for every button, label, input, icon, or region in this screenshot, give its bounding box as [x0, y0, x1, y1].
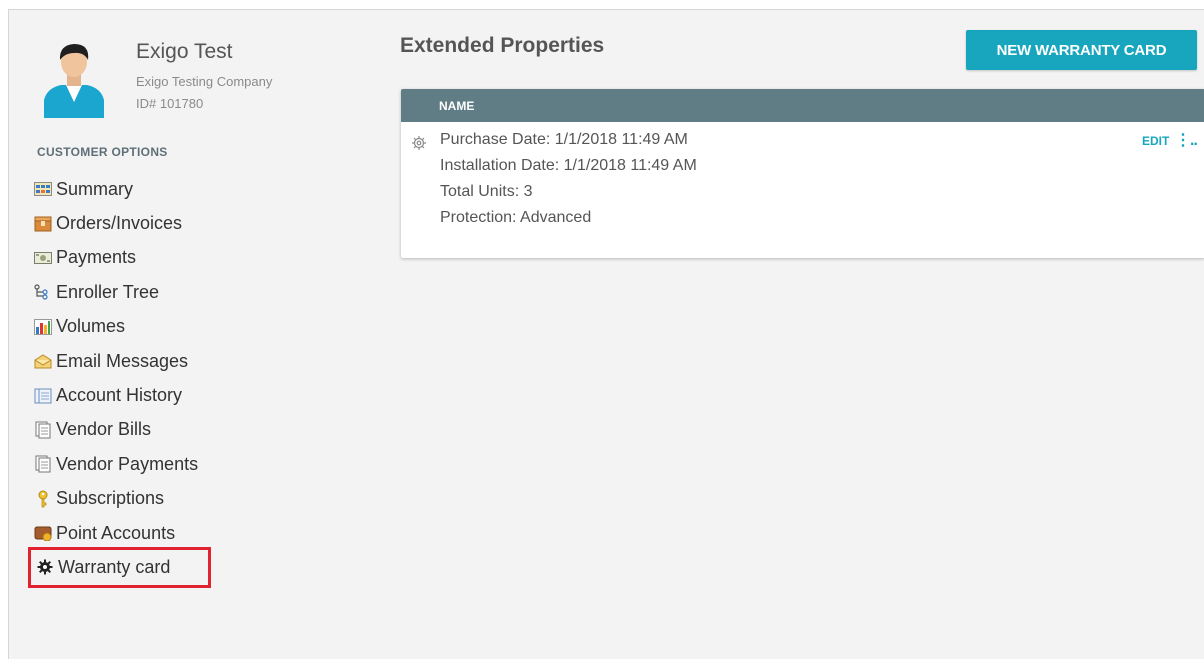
sidebar-item-label: Subscriptions: [56, 488, 165, 509]
orders-icon: [34, 215, 52, 233]
key-icon: [34, 490, 52, 508]
sidebar-item-vendor-payments[interactable]: Vendor Payments: [34, 447, 208, 481]
sidebar: Exigo Test Exigo Testing Company ID# 101…: [9, 10, 389, 659]
gear-icon: [411, 135, 427, 151]
sidebar-item-label: Account History: [56, 385, 183, 406]
sidebar-item-label: Enroller Tree: [56, 281, 160, 302]
sidebar-item-payments[interactable]: Payments: [34, 241, 208, 275]
tree-icon: [34, 283, 52, 301]
sidebar-item-email-messages[interactable]: Email Messages: [34, 344, 208, 378]
page-title: Extended Properties: [400, 34, 605, 57]
sidebar-item-summary[interactable]: Summary: [34, 172, 208, 206]
sidebar-item-label: Vendor Bills: [56, 419, 152, 440]
customer-options-heading: CUSTOMER OPTIONS: [37, 145, 168, 159]
new-warranty-card-button[interactable]: NEW WARRANTY CARD: [966, 30, 1197, 70]
wallet-icon: [34, 524, 52, 542]
summary-icon: [34, 180, 52, 198]
sidebar-item-label: Point Accounts: [56, 522, 176, 543]
sidebar-item-vendor-bills[interactable]: Vendor Bills: [34, 413, 208, 447]
documents-icon: [34, 421, 52, 439]
sidebar-item-account-history[interactable]: Account History: [34, 378, 208, 412]
customer-options-menu: Summary Orders/Invoices Payments Enrolle…: [28, 172, 211, 588]
documents-icon: [34, 455, 52, 473]
customer-name: Exigo Test: [136, 40, 233, 63]
bar-chart-icon: [34, 318, 52, 336]
sidebar-item-orders-invoices[interactable]: Orders/Invoices: [34, 206, 208, 240]
customer-id: ID# 101780: [136, 96, 204, 111]
sidebar-item-label: Payments: [56, 247, 137, 268]
table-row: Purchase Date: 1/1/2018 11:49 AM Install…: [401, 122, 1204, 232]
customer-profile: Exigo Test Exigo Testing Company ID# 101…: [39, 38, 379, 118]
sidebar-item-volumes[interactable]: Volumes: [34, 310, 208, 344]
sidebar-item-subscriptions[interactable]: Subscriptions: [34, 482, 208, 516]
sidebar-item-label: Summary: [56, 178, 134, 199]
sidebar-item-label: Orders/Invoices: [56, 213, 183, 234]
installation-date: Installation Date: 1/1/2018 11:49 AM: [440, 157, 697, 174]
envelope-icon: [34, 352, 52, 370]
sidebar-item-label: Volumes: [56, 316, 126, 337]
sidebar-item-warranty-card[interactable]: Warranty card: [28, 547, 211, 588]
sidebar-item-label: Email Messages: [56, 350, 189, 371]
book-icon: [34, 387, 52, 405]
extended-properties-table: NAME Purchase Date: 1/1/2018 11:49 AM In…: [401, 89, 1204, 258]
total-units: Total Units: 3: [440, 183, 533, 200]
sidebar-item-point-accounts[interactable]: Point Accounts: [34, 516, 208, 550]
purchase-date: Purchase Date: 1/1/2018 11:49 AM: [440, 131, 688, 148]
edit-button[interactable]: EDIT: [1142, 134, 1169, 148]
sidebar-item-label: Warranty card: [58, 556, 171, 577]
app-frame: Exigo Test Exigo Testing Company ID# 101…: [8, 9, 1204, 659]
column-header-name[interactable]: NAME: [401, 89, 1204, 122]
customer-company: Exigo Testing Company: [136, 74, 273, 89]
sidebar-item-enroller-tree[interactable]: Enroller Tree: [34, 275, 208, 309]
payments-icon: [34, 249, 52, 267]
gear-icon: [36, 558, 54, 576]
more-options-icon[interactable]: ⋮..: [1175, 130, 1198, 150]
avatar: [39, 38, 109, 118]
sidebar-item-label: Vendor Payments: [56, 453, 199, 474]
protection-level: Protection: Advanced: [440, 209, 592, 226]
